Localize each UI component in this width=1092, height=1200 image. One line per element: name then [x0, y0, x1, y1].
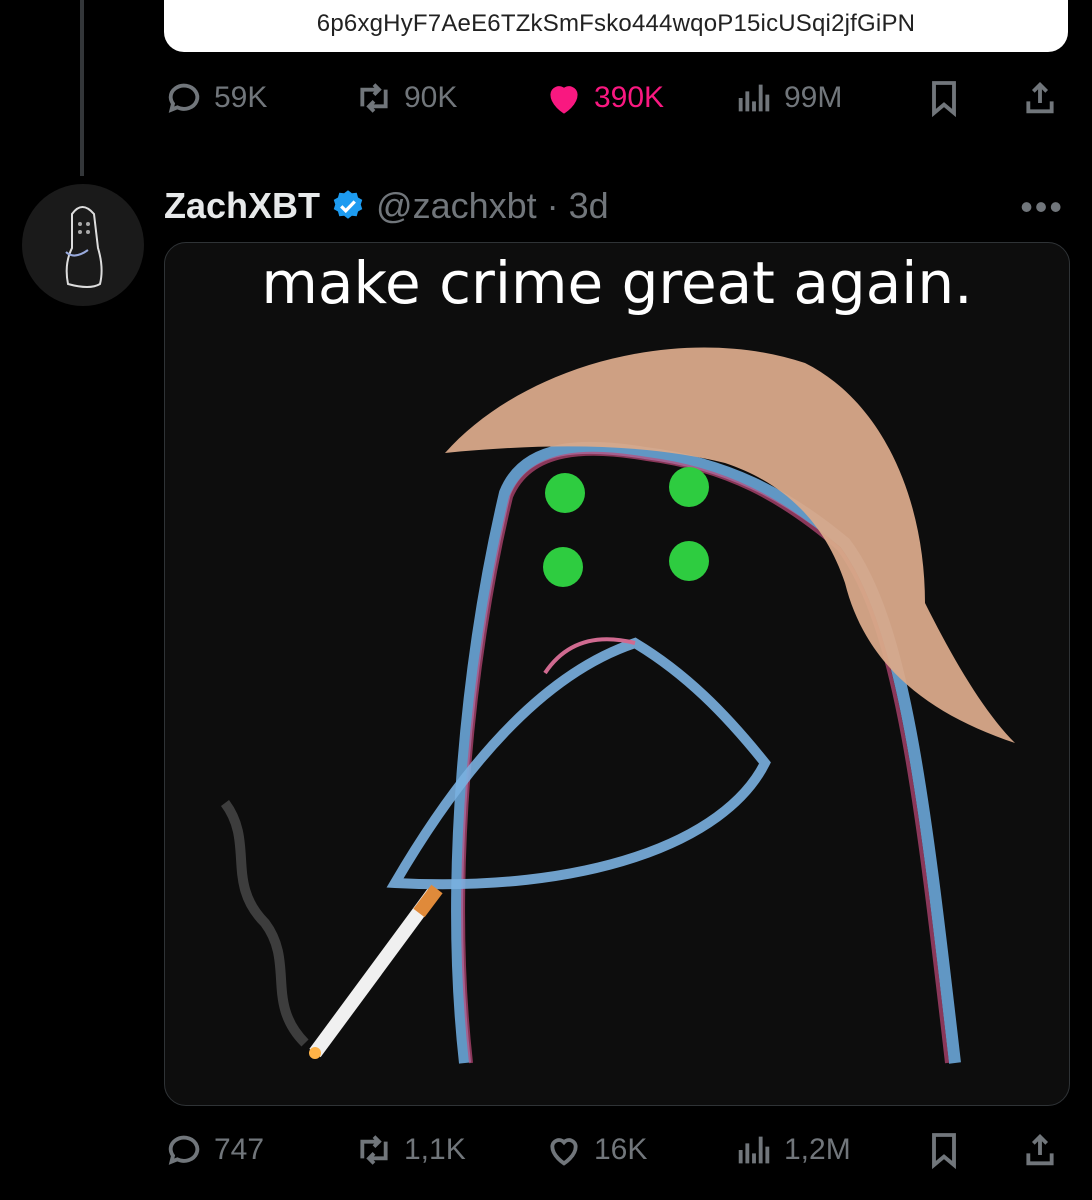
thread-connector-line [80, 0, 84, 176]
reply-count: 747 [214, 1133, 265, 1166]
views-icon [738, 1136, 770, 1164]
like-button[interactable]: 16K [544, 1120, 647, 1180]
share-icon [1026, 81, 1054, 114]
quoted-card[interactable]: 6p6xgHyF7AeE6TZkSmFsko444wqoP15icUSqi2jf… [164, 0, 1068, 52]
share-icon [1026, 1133, 1054, 1166]
tweet-header: ZachXBT @zachxbt · 3d [164, 178, 609, 234]
author-name[interactable]: ZachXBT [164, 185, 320, 227]
author-handle[interactable]: @zachxbt [376, 185, 537, 227]
heart-icon [550, 1138, 578, 1166]
repost-icon [360, 83, 388, 113]
repost-button[interactable]: 1,1K [354, 1120, 466, 1180]
share-button[interactable] [1020, 1120, 1060, 1180]
repost-icon [360, 1135, 388, 1165]
previous-tweet-action-bar: 59K 90K 390K 99M [164, 68, 1064, 128]
separator-dot: · [546, 185, 559, 226]
views-button[interactable]: 99M [734, 68, 842, 128]
bookmark-button[interactable] [924, 68, 964, 128]
share-button[interactable] [1020, 68, 1060, 128]
bookmark-icon [932, 1133, 956, 1170]
repost-count: 90K [404, 81, 458, 114]
views-button[interactable]: 1,2M [734, 1120, 851, 1180]
views-count: 99M [784, 81, 843, 114]
views-count: 1,2M [784, 1133, 851, 1166]
like-count: 16K [594, 1133, 648, 1166]
reply-button[interactable]: 59K [164, 68, 267, 128]
penguin-avatar-icon [65, 206, 103, 288]
more-options-icon[interactable]: ••• [1020, 186, 1064, 228]
meme-illustration [220, 347, 1015, 1064]
verified-badge-icon [333, 190, 363, 219]
repost-button[interactable]: 90K [354, 68, 457, 128]
reply-count: 59K [214, 81, 268, 114]
views-icon [738, 84, 770, 112]
tweet-media-image[interactable]: make crime great again. [164, 242, 1070, 1106]
reply-icon [168, 83, 200, 113]
reply-icon [168, 1135, 200, 1165]
like-count: 390K [594, 81, 665, 114]
bookmark-button[interactable] [924, 1120, 964, 1180]
repost-count: 1,1K [404, 1133, 466, 1166]
like-button[interactable]: 390K [544, 68, 664, 128]
avatar[interactable] [22, 184, 144, 306]
reply-button[interactable]: 747 [164, 1120, 264, 1180]
tweet-time[interactable]: 3d [569, 185, 609, 227]
heart-filled-icon [550, 86, 578, 114]
tweet-action-bar: 747 1,1K 16K 1,2M [164, 1120, 1064, 1180]
quoted-address-text: 6p6xgHyF7AeE6TZkSmFsko444wqoP15icUSqi2jf… [316, 10, 916, 37]
bookmark-icon [932, 81, 956, 118]
